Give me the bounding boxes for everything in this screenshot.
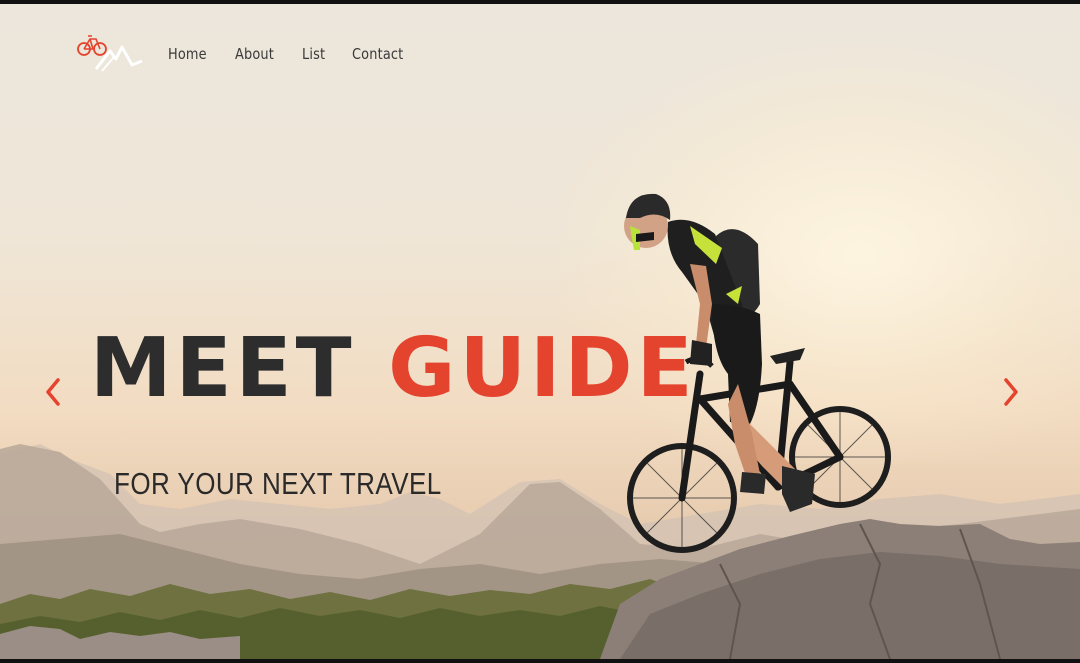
headline-guide: GUIDE bbox=[388, 321, 697, 416]
hero-slider: Home About List Contact MEET GUIDE FOR Y… bbox=[0, 4, 1080, 659]
headline-meet: MEET bbox=[90, 321, 356, 416]
hero-headline: MEET GUIDE bbox=[90, 328, 697, 410]
nav-link-about[interactable]: About bbox=[235, 45, 274, 63]
chevron-right-icon[interactable] bbox=[996, 372, 1026, 412]
nav-link-contact[interactable]: Contact bbox=[352, 45, 403, 63]
chevron-left-icon[interactable] bbox=[38, 372, 68, 412]
nav-link-list[interactable]: List bbox=[302, 45, 325, 63]
main-nav: Home About List Contact bbox=[76, 32, 433, 76]
nav-link-home[interactable]: Home bbox=[168, 45, 207, 63]
hero-subline: FOR YOUR NEXT TRAVEL bbox=[114, 466, 442, 501]
bike-mountain-logo-icon[interactable] bbox=[76, 31, 148, 77]
